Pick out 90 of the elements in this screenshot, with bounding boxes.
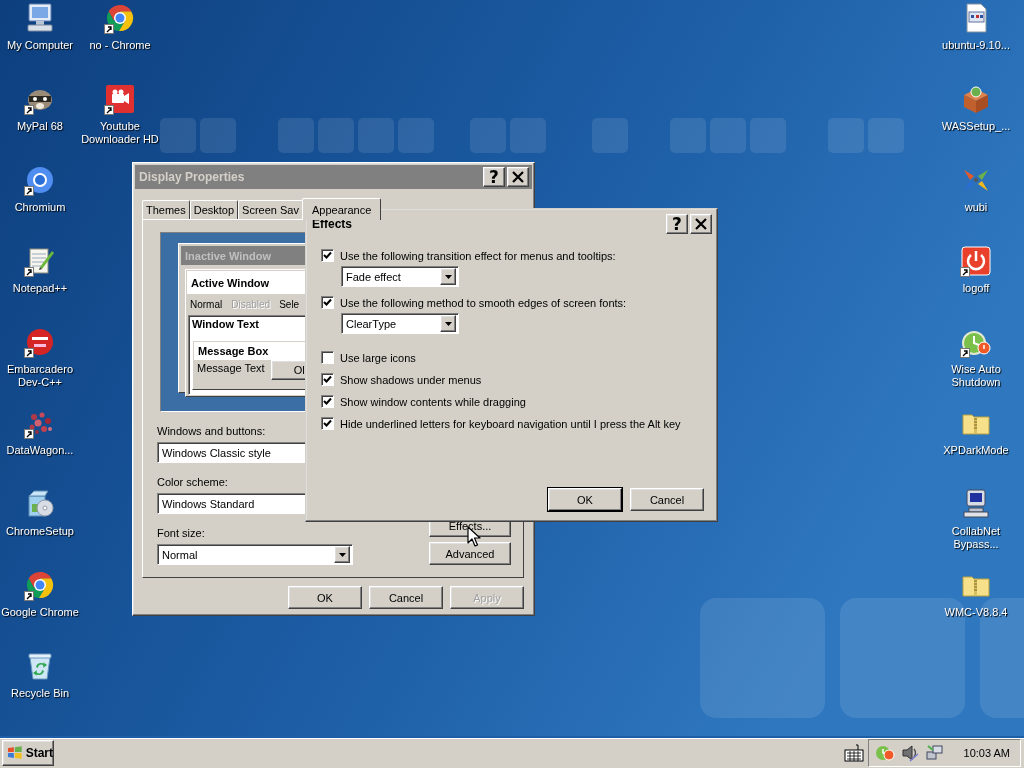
ring-logo-icon[interactable]: [24, 569, 56, 601]
icon-label[interactable]: Notepad++: [12, 282, 68, 295]
wallpaper-tile: [358, 118, 394, 153]
icon-label[interactable]: My Computer: [7, 39, 73, 52]
wallpaper-tile: [398, 118, 434, 153]
wallpaper-tile: [868, 118, 904, 153]
ring-logo-icon[interactable]: [24, 164, 56, 196]
dropdown[interactable]: Normal: [157, 544, 353, 565]
message-text: Message Text: [197, 362, 265, 374]
wallpaper-tile: [592, 118, 628, 153]
icon-label[interactable]: WMC-V8.8.4: [944, 606, 1008, 619]
option-label: Hide underlined letters for keyboard navigation until I press the Alt key: [340, 417, 681, 430]
round-logo-icon[interactable]: [24, 326, 56, 358]
tab[interactable]: Desktop: [189, 200, 239, 219]
speaker-icon[interactable]: [899, 744, 920, 762]
icon-label[interactable]: Wise Auto Shutdown: [936, 363, 1016, 389]
wallpaper-tile: [670, 118, 706, 153]
network-icon[interactable]: [924, 744, 945, 762]
icon-label[interactable]: Recycle Bin: [10, 687, 70, 700]
caret-icon: [444, 321, 452, 326]
icon-label[interactable]: logoff: [962, 282, 990, 295]
dialog-button[interactable]: Cancel: [630, 488, 704, 511]
dropdown[interactable]: ClearType: [341, 313, 459, 334]
tab[interactable]: Themes: [142, 200, 190, 219]
message-box-title: Message Box: [198, 345, 269, 357]
dialog-button[interactable]: Cancel: [369, 586, 443, 609]
wallpaper-tile: [470, 118, 506, 153]
icon-label[interactable]: CollabNet Bypass...: [936, 525, 1016, 551]
preview-title: Inactive Window: [185, 249, 272, 262]
wallpaper-tile: [510, 118, 546, 153]
tab[interactable]: Screen Sav: [238, 200, 303, 219]
computer-icon[interactable]: [960, 488, 992, 520]
dialog-button[interactable]: OK: [548, 488, 622, 511]
clock-icon[interactable]: [874, 744, 895, 762]
option-label: Use large icons: [340, 351, 416, 364]
icon-label[interactable]: Google Chrome: [1, 606, 79, 619]
checkbox[interactable]: [321, 351, 334, 364]
wallpaper-tile: [160, 118, 196, 153]
icon-label[interactable]: Youtube Downloader HD: [80, 120, 160, 146]
close-icon: [512, 171, 524, 183]
start-button[interactable]: Start: [2, 740, 54, 766]
icon-label[interactable]: Chromium: [14, 201, 66, 214]
field-label: Color scheme:: [157, 476, 229, 490]
icon-label[interactable]: no - Chrome: [89, 39, 151, 52]
wallpaper-tile: [828, 118, 864, 153]
preview-title: Active Window: [191, 276, 270, 289]
option-label: Show window contents while dragging: [340, 395, 526, 408]
icon-label[interactable]: MyPal 68: [17, 120, 63, 133]
caret-icon: [338, 552, 346, 557]
wallpaper-tile: [200, 118, 236, 153]
checkbox[interactable]: [321, 373, 334, 386]
icon-label[interactable]: WASSetup_...: [941, 120, 1011, 133]
tab[interactable]: Appearance: [302, 198, 382, 220]
close-button[interactable]: [690, 214, 712, 234]
preview-text: Window Text: [191, 317, 259, 330]
icon-label[interactable]: DataWagon...: [6, 444, 74, 457]
ring-logo-icon[interactable]: [104, 2, 136, 34]
checkbox[interactable]: [321, 296, 334, 309]
wallpaper-tile: [318, 118, 354, 153]
windows-logo-icon: [7, 746, 23, 760]
option-label: Show shadows under menus: [340, 373, 482, 386]
wallpaper-tile: [278, 118, 314, 153]
help-button[interactable]: ?: [483, 167, 505, 187]
option-label: Use the following transition effect for menus and tooltips:: [340, 249, 616, 262]
caret-icon: [444, 274, 452, 279]
icon-label[interactable]: ChromeSetup: [6, 525, 74, 538]
window-title: Display Properties: [139, 170, 246, 184]
clock-time[interactable]: 10:03 AM: [963, 747, 1010, 759]
field-label: Font size:: [157, 527, 206, 541]
keyboard-icon[interactable]: [843, 744, 864, 762]
field-label: Windows and buttons:: [157, 425, 267, 439]
icon-label[interactable]: XPDarkMode: [943, 444, 1009, 457]
icon-label[interactable]: wubi: [964, 201, 988, 214]
dialog-button[interactable]: OK: [288, 586, 362, 609]
close-button[interactable]: [507, 167, 529, 187]
option-label: Use the following method to smooth edges of screen fonts:: [340, 296, 627, 309]
help-button[interactable]: ?: [666, 214, 688, 234]
checkbox[interactable]: [321, 395, 334, 408]
video-camera-icon[interactable]: [104, 83, 136, 115]
checkbox[interactable]: [321, 417, 334, 430]
wallpaper-tile: [710, 118, 746, 153]
wallpaper-tile: [750, 118, 786, 153]
dropdown[interactable]: Fade effect: [341, 266, 459, 287]
icon-label[interactable]: Embarcadero Dev-C++: [0, 363, 80, 389]
close-icon: [695, 218, 707, 230]
dialog-button[interactable]: Advanced: [429, 542, 511, 565]
power-icon[interactable]: [960, 245, 992, 277]
checkbox[interactable]: [321, 249, 334, 262]
icon-label[interactable]: ubuntu-9.10...: [942, 39, 1010, 52]
computer-icon[interactable]: [24, 2, 56, 34]
